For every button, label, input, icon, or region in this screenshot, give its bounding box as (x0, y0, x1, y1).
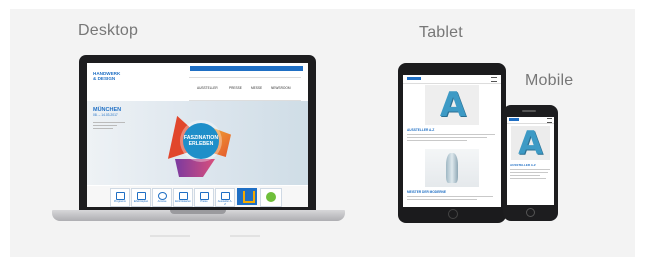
phone-logo[interactable] (509, 118, 519, 121)
desktop-nav: AUSSTELLER PRESSE MESSE NEWSROOM (189, 77, 301, 101)
letter-a-sculpture: A (518, 124, 543, 162)
text-line (407, 137, 487, 138)
tile-anreise[interactable]: Anreise (152, 188, 172, 207)
page: Desktop Tablet Mobile HANDWERK & DESIGN … (0, 0, 651, 267)
tablet-header (403, 75, 501, 84)
desktop-dates: 08. – 14.03.2017 (93, 113, 118, 117)
handwerk-logo-tile[interactable] (237, 188, 257, 205)
nav-item-presse[interactable]: PRESSE (229, 86, 242, 90)
desktop-utility-bar (190, 66, 303, 71)
people-icon (221, 192, 230, 200)
divider (230, 235, 260, 237)
text-line (407, 196, 493, 197)
partner-logo-tile[interactable] (260, 188, 282, 207)
nav-item-newsroom[interactable]: NEWSROOM (271, 86, 290, 90)
text-line (510, 175, 540, 176)
location-icon (158, 192, 167, 200)
tile-programm[interactable]: Programm (110, 188, 130, 207)
tablet-heading[interactable]: AUSSTELLER A-Z (407, 128, 434, 132)
mobile-label: Mobile (525, 72, 574, 89)
menu-icon[interactable] (491, 77, 497, 82)
text-line (510, 169, 550, 170)
phone-home-button (526, 208, 535, 217)
text-line (407, 199, 477, 200)
desktop-screen: HANDWERK & DESIGN AUSSTELLER PRESSE MESS… (87, 63, 308, 207)
tablet-logo[interactable] (407, 77, 421, 80)
text-line (510, 172, 548, 173)
hero-circle: FASZINATION ERLEBEN (183, 123, 219, 159)
phone-header (507, 117, 554, 124)
phone-heading[interactable]: AUSSTELLER A-Z (510, 163, 536, 167)
tablet-label: Tablet (419, 24, 463, 41)
tile-aussteller[interactable]: Aussteller A-Z (215, 188, 235, 207)
divider (150, 235, 190, 237)
tablet-screen: A AUSSTELLER A-Z MEISTER DER MODERNE (403, 75, 501, 207)
text-line (407, 134, 495, 135)
vase-object (446, 153, 458, 183)
map-icon (137, 192, 146, 200)
laptop-notch (170, 210, 226, 214)
desktop-quicklinks: Programm Erlebnisplan Anreise Eintrittsk… (87, 186, 308, 207)
letter-a-sculpture: A (439, 85, 467, 125)
text-line (510, 178, 546, 179)
tile-preise[interactable]: Preise (194, 188, 214, 207)
tablet-heading-2[interactable]: MEISTER DER MODERNE (407, 190, 446, 194)
phone-speaker (522, 110, 536, 112)
tile-eintrittskarten[interactable]: Eintrittskarten (173, 188, 193, 207)
tile-erlebnisplan[interactable]: Erlebnisplan (131, 188, 151, 207)
phone-screen: A AUSSTELLER A-Z (507, 117, 554, 205)
calendar-icon (116, 192, 125, 200)
desktop-label: Desktop (78, 22, 139, 39)
ticket-icon (179, 192, 188, 200)
tablet-home-button (448, 209, 458, 219)
desktop-info-block (93, 120, 125, 134)
trophy-icon (200, 192, 209, 200)
nav-item-messe[interactable]: MESSE (251, 86, 262, 90)
menu-icon[interactable] (547, 118, 552, 123)
nav-item-aussteller[interactable]: AUSSTELLER (197, 86, 218, 90)
text-line (407, 140, 467, 141)
